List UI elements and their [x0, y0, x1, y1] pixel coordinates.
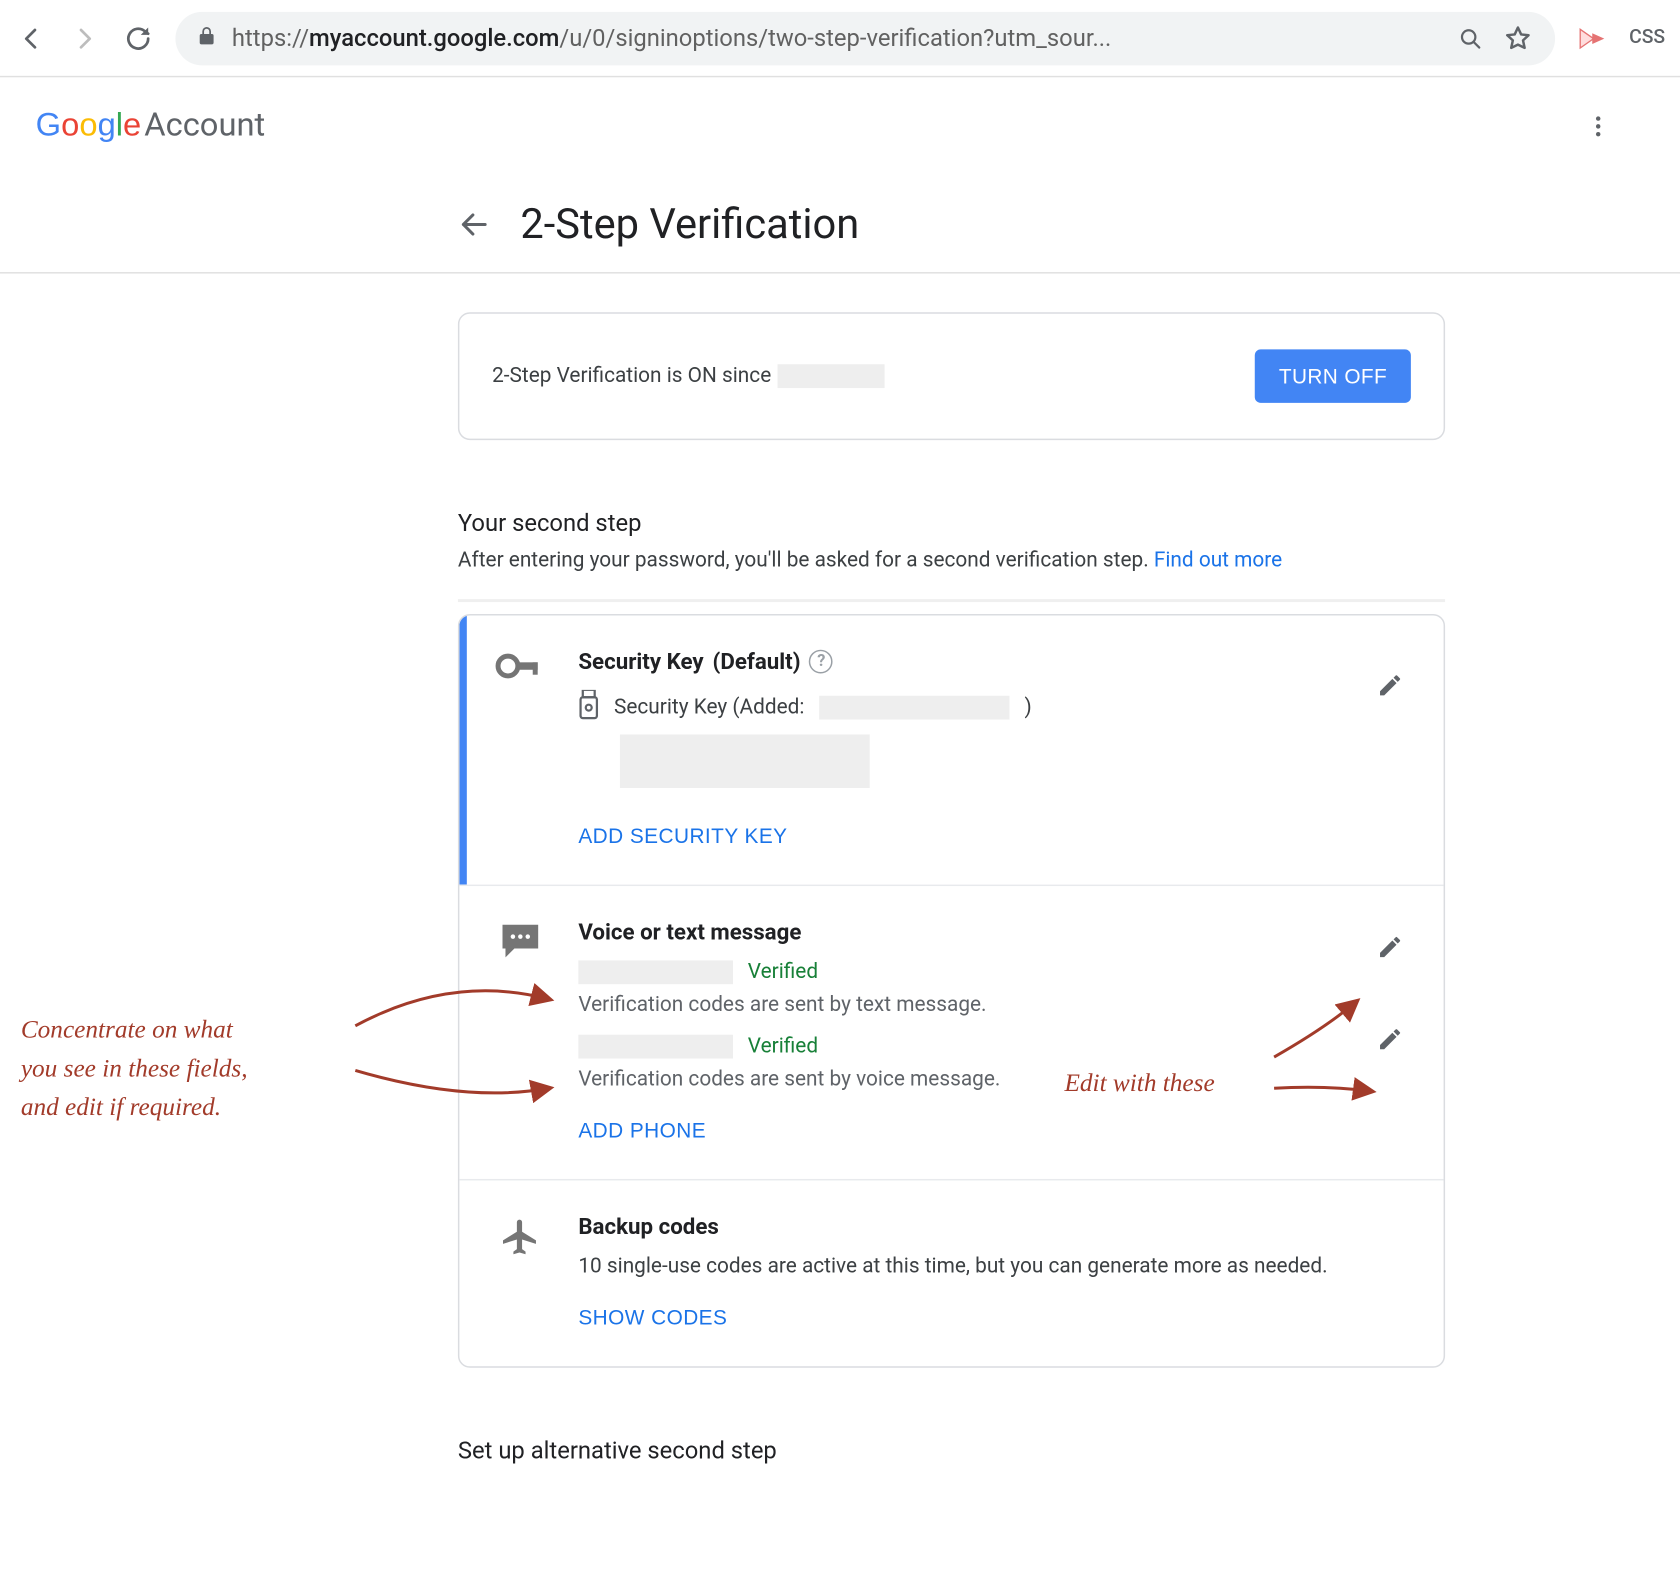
added-prefix: Security Key (Added:	[614, 696, 804, 720]
status-card: 2-Step Verification is ON since TURN OFF	[458, 312, 1445, 440]
edit-phone-1-button[interactable]	[1372, 931, 1408, 967]
backup-title: Backup codes	[578, 1213, 1408, 1240]
security-key-panel: Security Key (Default) ? Security Key (A…	[459, 615, 1443, 884]
nav-back-icon[interactable]	[15, 22, 48, 55]
more-options-icon[interactable]	[1582, 110, 1615, 143]
edit-security-key-button[interactable]	[1372, 669, 1408, 705]
redacted-phone-1	[578, 960, 733, 984]
arrow-to-field-2	[348, 1059, 556, 1118]
redacted-phone-2	[578, 1035, 733, 1059]
scaled-stage: https://myaccount.google.com/u/0/signino…	[0, 0, 1680, 1464]
page-back-icon[interactable]	[458, 207, 491, 240]
default-label: (Default)	[713, 648, 801, 675]
find-out-more-link[interactable]: Find out more	[1154, 549, 1282, 573]
status-prefix: 2-Step Verification is ON since	[492, 364, 771, 388]
security-key-title-text: Security Key	[578, 648, 703, 675]
second-step-title: Your second step	[458, 508, 1445, 536]
url-text: https://myaccount.google.com/u/0/signino…	[232, 24, 1439, 52]
bookmark-star-icon[interactable]	[1501, 22, 1534, 55]
account-word: Account	[144, 106, 265, 143]
second-step-heading: Your second step After entering your pas…	[458, 508, 1445, 572]
turn-off-button[interactable]: TURN OFF	[1255, 349, 1411, 403]
address-bar[interactable]: https://myaccount.google.com/u/0/signino…	[175, 11, 1554, 65]
redacted-key-date	[819, 696, 1009, 720]
status-text: 2-Step Verification is ON since	[492, 364, 884, 388]
arrow-to-pencil-1	[1267, 990, 1386, 1064]
lock-icon	[196, 24, 217, 52]
google-logo: Google	[36, 106, 142, 145]
usb-key-icon	[578, 690, 599, 726]
security-key-title: Security Key (Default) ?	[578, 648, 1408, 675]
page-title: 2-Step Verification	[520, 199, 859, 248]
css-extension-label[interactable]: CSS	[1629, 22, 1665, 55]
add-phone-button[interactable]: ADD PHONE	[578, 1118, 706, 1142]
reload-icon[interactable]	[122, 22, 155, 55]
content-column: 2-Step Verification is ON since TURN OFF…	[458, 312, 1445, 1464]
voice-text-title: Voice or text message	[578, 919, 1408, 946]
redacted-key-name	[620, 734, 870, 788]
key-icon	[495, 648, 546, 849]
backup-desc: 10 single-use codes are active at this t…	[578, 1255, 1408, 1279]
security-key-row: Security Key (Added: )	[578, 690, 1408, 726]
google-account-header: Google Account	[0, 77, 1680, 172]
backup-codes-panel: Backup codes 10 single-use codes are act…	[459, 1179, 1443, 1366]
arrow-to-pencil-2	[1267, 1073, 1386, 1109]
verified-label-1: Verified	[748, 960, 818, 984]
alternative-heading: Set up alternative second step	[458, 1436, 1445, 1464]
added-suffix: )	[1024, 696, 1031, 720]
omnibox-search-icon[interactable]	[1454, 22, 1487, 55]
section-rule	[458, 599, 1445, 602]
second-step-desc-text: After entering your password, you'll be …	[458, 549, 1154, 573]
show-codes-button[interactable]: SHOW CODES	[578, 1305, 727, 1329]
verified-label-2: Verified	[748, 1035, 818, 1059]
phone-row-1: Verified	[578, 960, 1408, 984]
browser-toolbar: https://myaccount.google.com/u/0/signino…	[0, 0, 1680, 77]
redacted-date	[777, 364, 884, 388]
nav-forward-icon	[68, 22, 101, 55]
header-divider	[0, 272, 1680, 273]
arrow-to-field-1	[348, 966, 556, 1040]
second-step-desc: After entering your password, you'll be …	[458, 549, 1445, 573]
page-title-row: 2-Step Verification	[0, 172, 1680, 272]
add-security-key-button[interactable]: ADD SECURITY KEY	[578, 824, 787, 848]
extension-play-icon[interactable]	[1576, 22, 1609, 55]
plane-icon	[495, 1213, 546, 1330]
help-icon[interactable]: ?	[809, 650, 833, 674]
